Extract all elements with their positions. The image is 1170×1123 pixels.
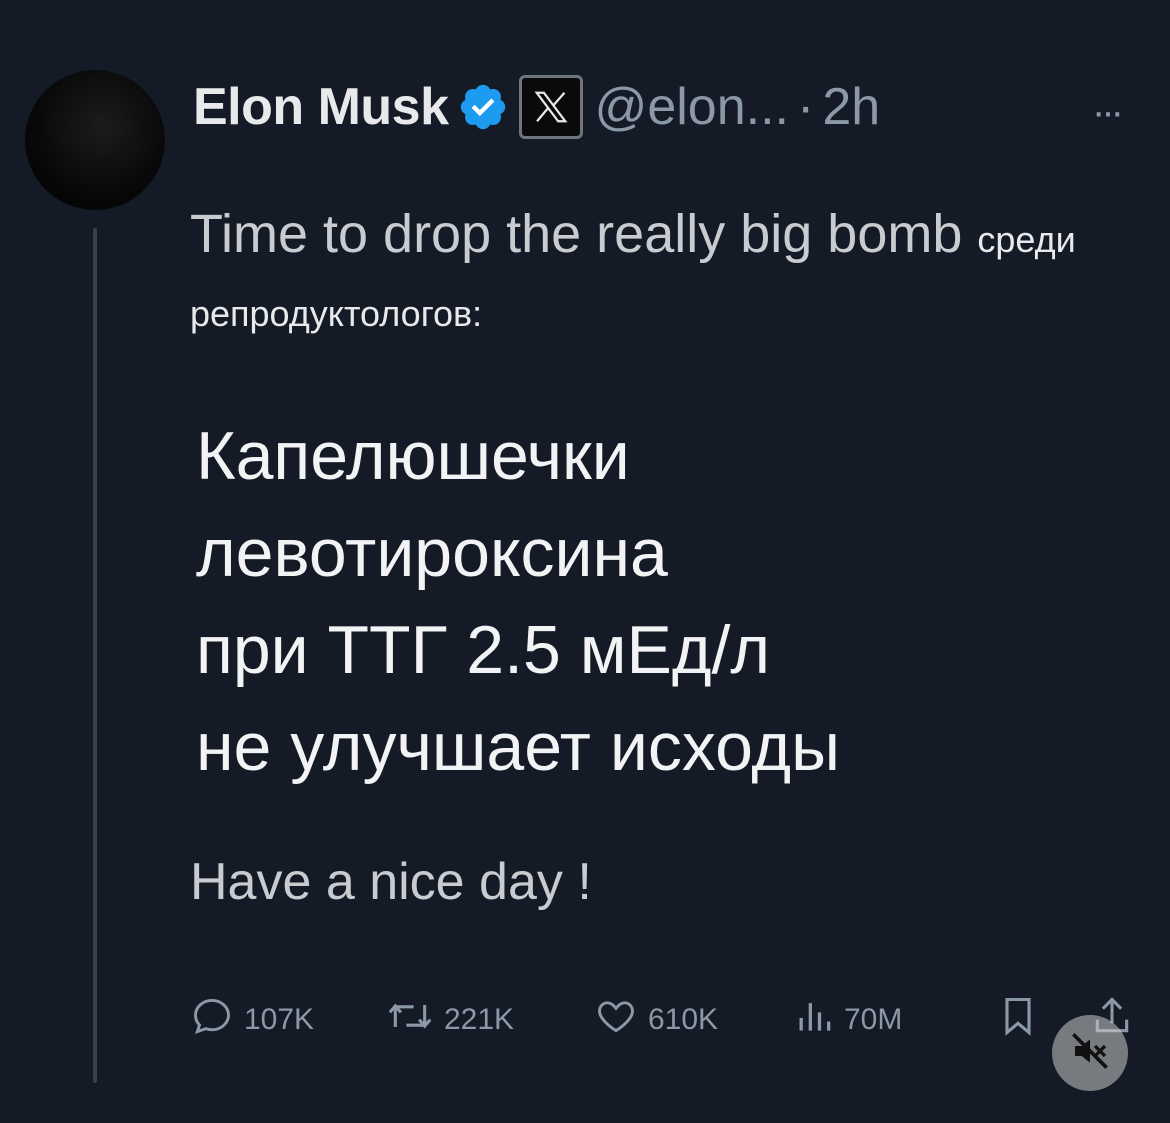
- intro-english: Time to drop the really big bomb: [190, 204, 963, 264]
- timestamp[interactable]: 2h: [822, 77, 880, 137]
- like-count: 610K: [648, 1003, 719, 1036]
- main-line: не улучшает исходы: [196, 709, 840, 785]
- reply-button[interactable]: 107K: [190, 995, 314, 1045]
- views-icon: [794, 994, 844, 1046]
- author-name[interactable]: Elon Musk: [193, 77, 449, 137]
- author-handle[interactable]: @elon...: [595, 77, 789, 137]
- views-count: 70M: [844, 1003, 903, 1036]
- tweet-outro: Have a nice day !: [190, 853, 592, 911]
- reply-icon: [190, 994, 244, 1046]
- tweet-main-text: Капелюшечки левотироксина при ТТГ 2.5 мЕ…: [196, 408, 1096, 796]
- thread-line: [93, 228, 97, 1083]
- more-options-icon[interactable]: ···: [1092, 90, 1124, 135]
- avatar[interactable]: [25, 70, 165, 210]
- tweet-header: Elon Musk @elon... · 2h: [193, 72, 880, 142]
- bookmark-button[interactable]: [1000, 995, 1046, 1045]
- main-line: левотироксина: [196, 515, 668, 591]
- action-bar: 107K 221K 610K 70M: [190, 995, 1140, 1045]
- like-button[interactable]: 610K: [594, 995, 718, 1045]
- main-line: при ТТГ 2.5 мЕд/л: [196, 612, 771, 688]
- muted-speaker-icon: [1070, 1031, 1110, 1076]
- bookmark-icon: [1000, 994, 1046, 1046]
- main-line: Капелюшечки: [196, 418, 630, 494]
- mute-toggle-button[interactable]: [1052, 1015, 1128, 1091]
- verified-badge-icon: [457, 81, 509, 133]
- separator-dot: ·: [796, 78, 815, 136]
- x-logo-icon: [518, 75, 583, 139]
- tweet-intro: Time to drop the really big bomb среди р…: [190, 200, 1090, 348]
- heart-icon: [594, 994, 648, 1046]
- repost-count: 221K: [444, 1003, 515, 1036]
- repost-icon: [386, 994, 444, 1046]
- reply-count: 107K: [244, 1003, 315, 1036]
- views-button[interactable]: 70M: [794, 995, 902, 1045]
- repost-button[interactable]: 221K: [386, 995, 514, 1045]
